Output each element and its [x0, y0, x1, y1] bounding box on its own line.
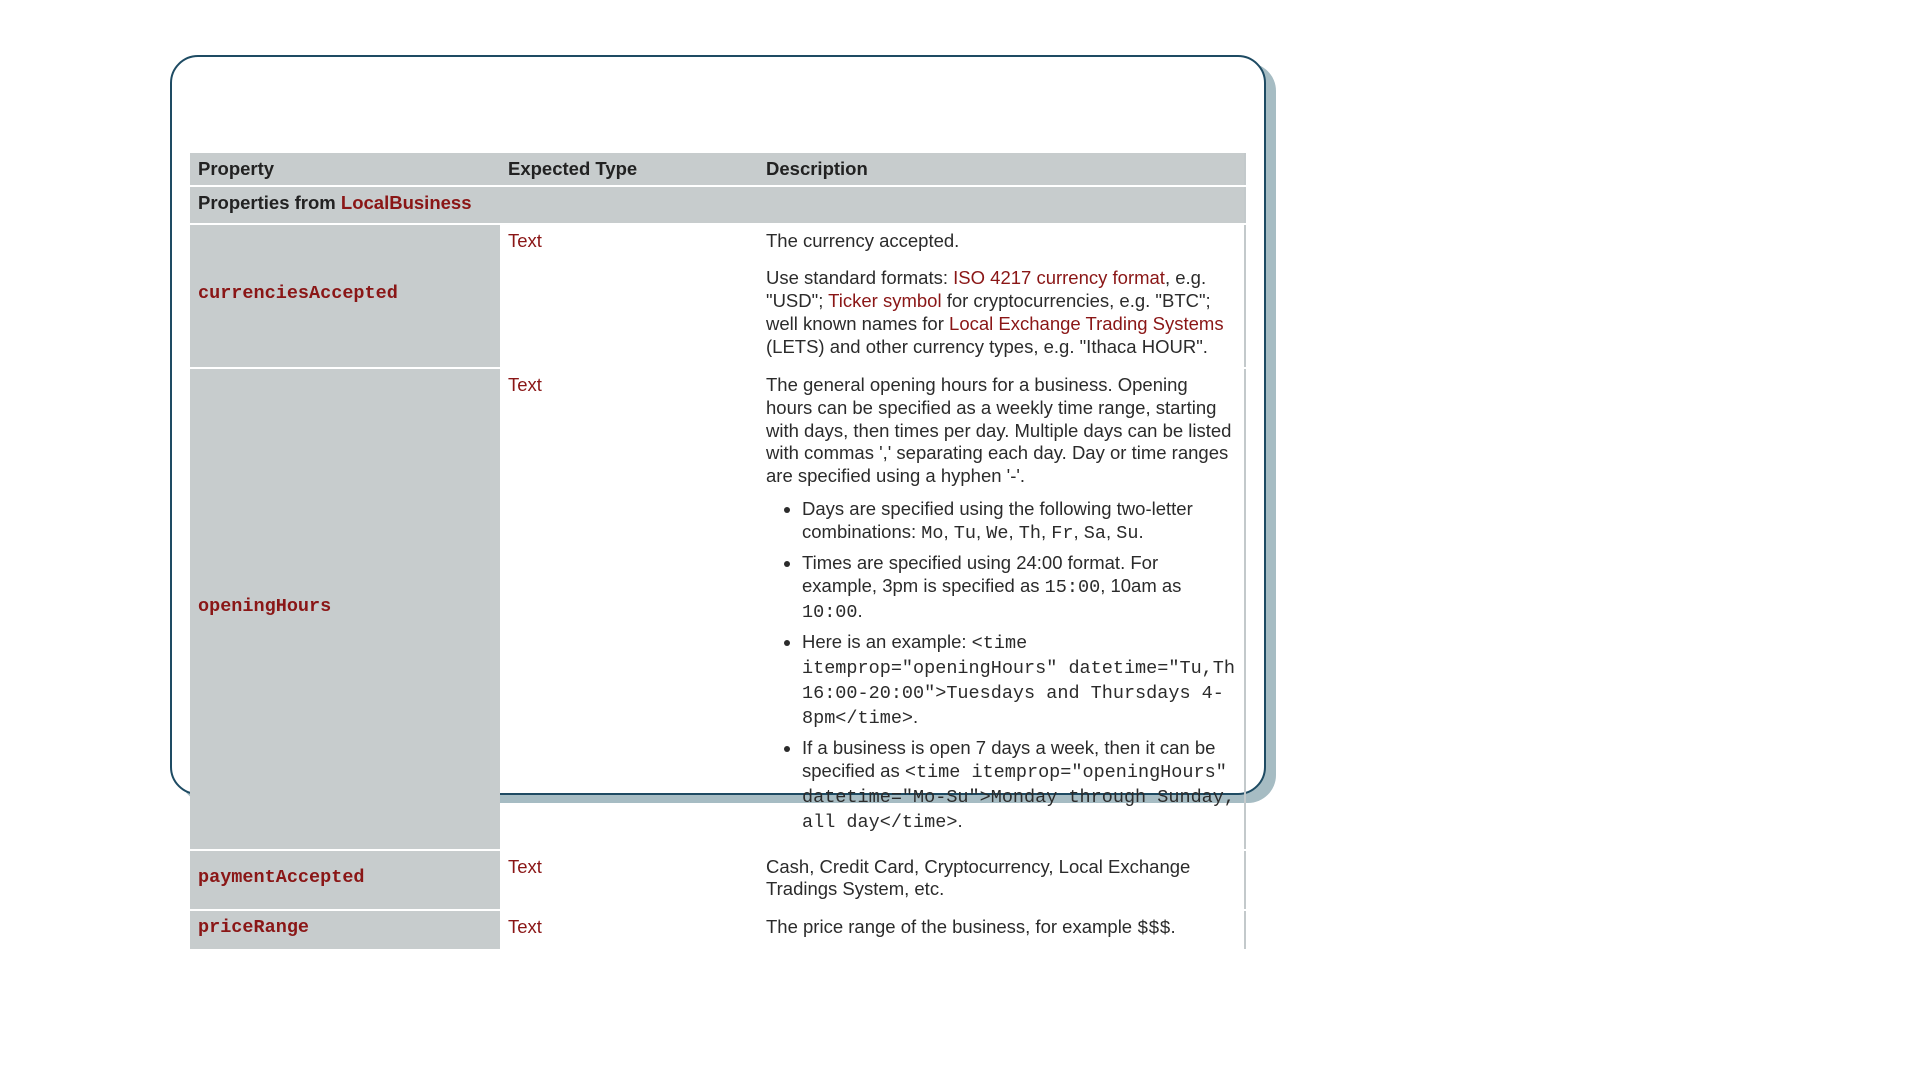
- type-link-text[interactable]: Text: [508, 916, 542, 937]
- desc-text: The price range of the business, for exa…: [766, 916, 1137, 937]
- opening-hours-list: Days are specified using the following t…: [766, 498, 1236, 834]
- code-text: Fr: [1051, 523, 1073, 544]
- list-item: Times are specified using 24:00 format. …: [802, 552, 1236, 625]
- type-link-text[interactable]: Text: [508, 230, 542, 251]
- section-link-localbusiness[interactable]: LocalBusiness: [341, 192, 472, 213]
- property-name-currenciesaccepted[interactable]: currenciesAccepted: [190, 224, 500, 368]
- code-text: Su: [1116, 523, 1138, 544]
- desc-text: , 10am as: [1100, 575, 1181, 596]
- code-text: Th: [1019, 523, 1041, 544]
- desc-text: .: [913, 706, 918, 727]
- col-header-property: Property: [190, 153, 500, 186]
- property-name-openinghours[interactable]: openingHours: [190, 368, 500, 850]
- list-item: If a business is open 7 days a week, the…: [802, 737, 1236, 835]
- code-text: Mo: [921, 523, 943, 544]
- link-iso4217[interactable]: ISO 4217 currency format: [953, 267, 1165, 288]
- desc-text: .: [1171, 916, 1176, 937]
- link-lets[interactable]: Local Exchange Trading Systems: [949, 313, 1224, 334]
- definitions-table: Property Expected Type Description Prope…: [190, 153, 1246, 951]
- desc-text: ,: [1106, 521, 1116, 542]
- description-cell: Cash, Credit Card, Cryptocurrency, Local…: [758, 850, 1245, 911]
- expected-type: Text: [500, 910, 758, 950]
- list-item: Days are specified using the following t…: [802, 498, 1236, 546]
- type-link-text[interactable]: Text: [508, 374, 542, 395]
- property-name-paymentaccepted[interactable]: paymentAccepted: [190, 850, 500, 911]
- list-item: Here is an example: <time itemprop="open…: [802, 631, 1236, 731]
- description-cell: The price range of the business, for exa…: [758, 910, 1245, 950]
- desc-text: Cash, Credit Card, Cryptocurrency, Local…: [766, 856, 1190, 900]
- code-text: We: [986, 523, 1008, 544]
- code-text: 10:00: [802, 602, 858, 623]
- expected-type: Text: [500, 368, 758, 850]
- desc-text: ,: [944, 521, 954, 542]
- desc-text: .: [1139, 521, 1144, 542]
- table-row: currenciesAccepted Text The currency acc…: [190, 224, 1245, 368]
- link-ticker-symbol[interactable]: Ticker symbol: [828, 290, 941, 311]
- desc-text: ,: [976, 521, 986, 542]
- desc-text: The general opening hours for a business…: [766, 374, 1231, 487]
- definition-card: Property Expected Type Description Prope…: [170, 55, 1266, 795]
- desc-text: ,: [1041, 521, 1051, 542]
- desc-text: ,: [1009, 521, 1019, 542]
- desc-text: Here is an example:: [802, 631, 972, 652]
- table-row: paymentAccepted Text Cash, Credit Card, …: [190, 850, 1245, 911]
- description-cell: The general opening hours for a business…: [758, 368, 1245, 850]
- expected-type: Text: [500, 224, 758, 368]
- desc-text: ,: [1074, 521, 1084, 542]
- desc-text: The currency accepted.: [766, 230, 959, 251]
- table-header-row: Property Expected Type Description: [190, 153, 1245, 186]
- table-row: openingHours Text The general opening ho…: [190, 368, 1245, 850]
- code-text: Tu: [954, 523, 976, 544]
- code-text: 15:00: [1045, 577, 1101, 598]
- code-text: $$$: [1137, 918, 1170, 939]
- section-label: Properties from LocalBusiness: [190, 186, 1245, 224]
- desc-text: .: [957, 810, 962, 831]
- type-link-text[interactable]: Text: [508, 856, 542, 877]
- section-row-localbusiness: Properties from LocalBusiness: [190, 186, 1245, 224]
- col-header-description: Description: [758, 153, 1245, 186]
- property-name-pricerange[interactable]: priceRange: [190, 910, 500, 950]
- desc-text: (LETS) and other currency types, e.g. "I…: [766, 336, 1208, 357]
- desc-text: Use standard formats:: [766, 267, 953, 288]
- code-text: Sa: [1084, 523, 1106, 544]
- section-prefix: Properties from: [198, 192, 341, 213]
- col-header-type: Expected Type: [500, 153, 758, 186]
- desc-text: .: [858, 600, 863, 621]
- description-cell: The currency accepted. Use standard form…: [758, 224, 1245, 368]
- table-row: priceRange Text The price range of the b…: [190, 910, 1245, 950]
- expected-type: Text: [500, 850, 758, 911]
